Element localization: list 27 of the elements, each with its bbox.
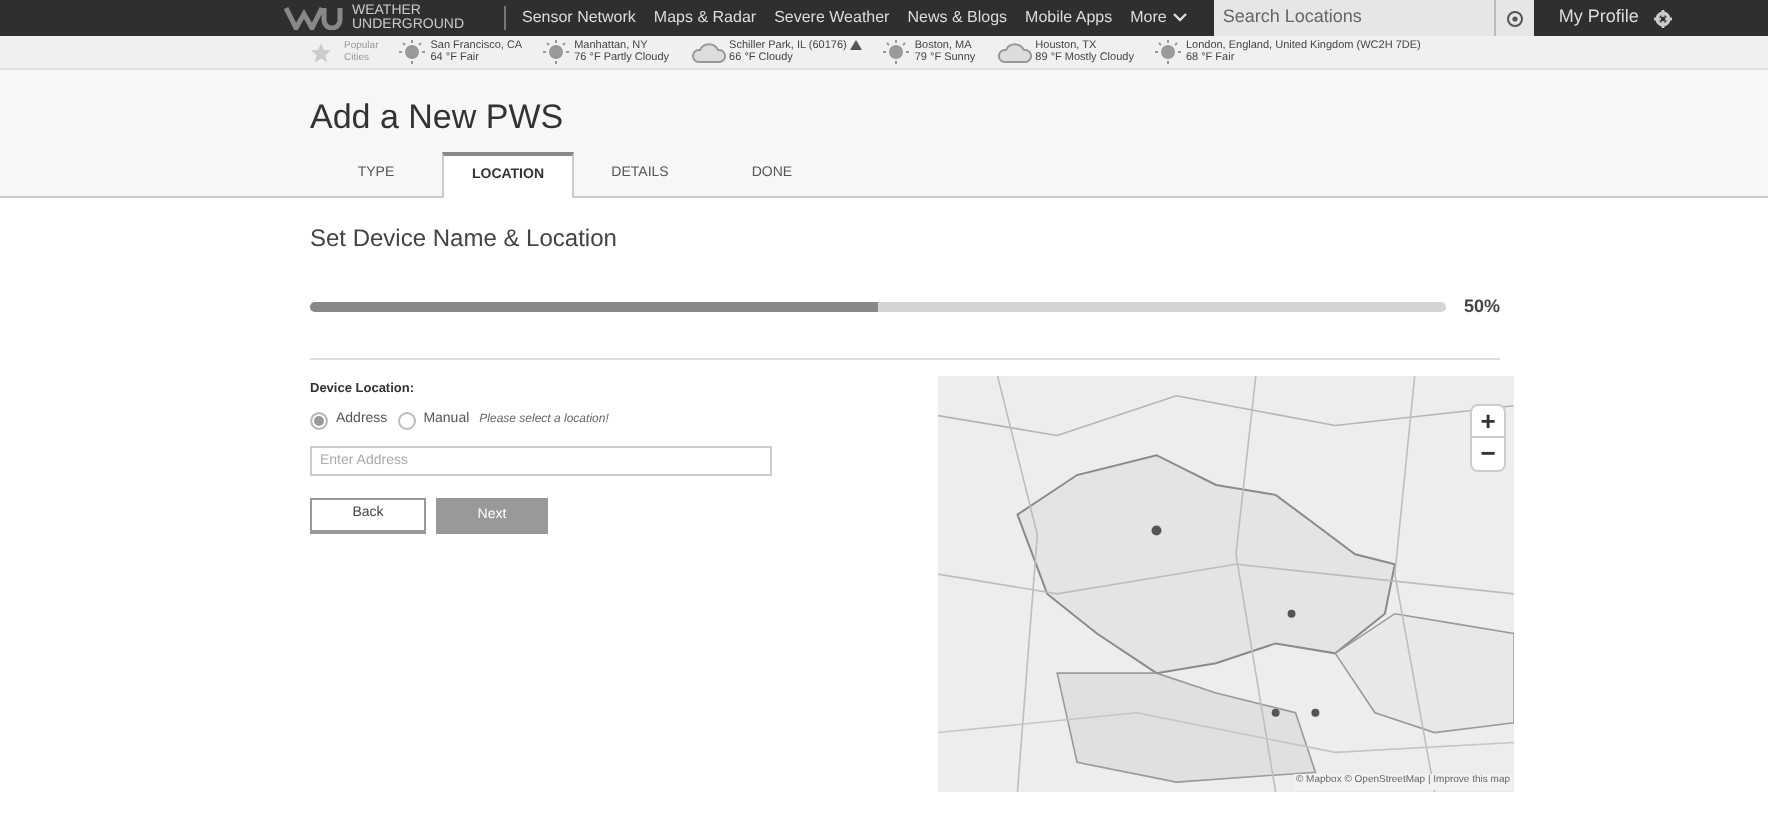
cloud-icon	[995, 41, 1032, 63]
cloud-icon	[689, 41, 726, 63]
sun-icon	[542, 40, 571, 64]
page-title: Add a New PWS	[310, 98, 566, 138]
target-icon	[1506, 9, 1525, 27]
search-field[interactable]: Search Locations	[1214, 0, 1495, 36]
nav-link[interactable]: Maps & Radar	[653, 6, 757, 30]
radio-button[interactable]	[310, 412, 328, 430]
locate-button[interactable]	[1494, 0, 1535, 36]
sun-icon	[1153, 40, 1182, 64]
settings-icon[interactable]	[1654, 9, 1673, 27]
profile-link[interactable]: My Profile	[1558, 4, 1639, 32]
nav-link[interactable]: Sensor Network	[522, 6, 636, 30]
sun-icon	[882, 40, 911, 64]
nav-link[interactable]: News & Blogs	[907, 6, 1008, 30]
zoom-in-button[interactable]: +	[1472, 405, 1504, 437]
zoom-out-button[interactable]: −	[1472, 437, 1504, 469]
sun-icon	[398, 40, 427, 64]
section-title: Set Device Name & Location	[310, 222, 619, 256]
star-icon	[310, 41, 332, 63]
chevron-down-icon	[1172, 12, 1189, 24]
progress-reading: 50%	[1463, 294, 1500, 320]
nav-link[interactable]: More	[1130, 6, 1189, 30]
nav-link[interactable]: Severe Weather	[774, 6, 890, 30]
logo-icon	[284, 6, 344, 30]
nav-link[interactable]: Mobile Apps	[1025, 6, 1113, 30]
radio-button[interactable]	[397, 412, 416, 430]
